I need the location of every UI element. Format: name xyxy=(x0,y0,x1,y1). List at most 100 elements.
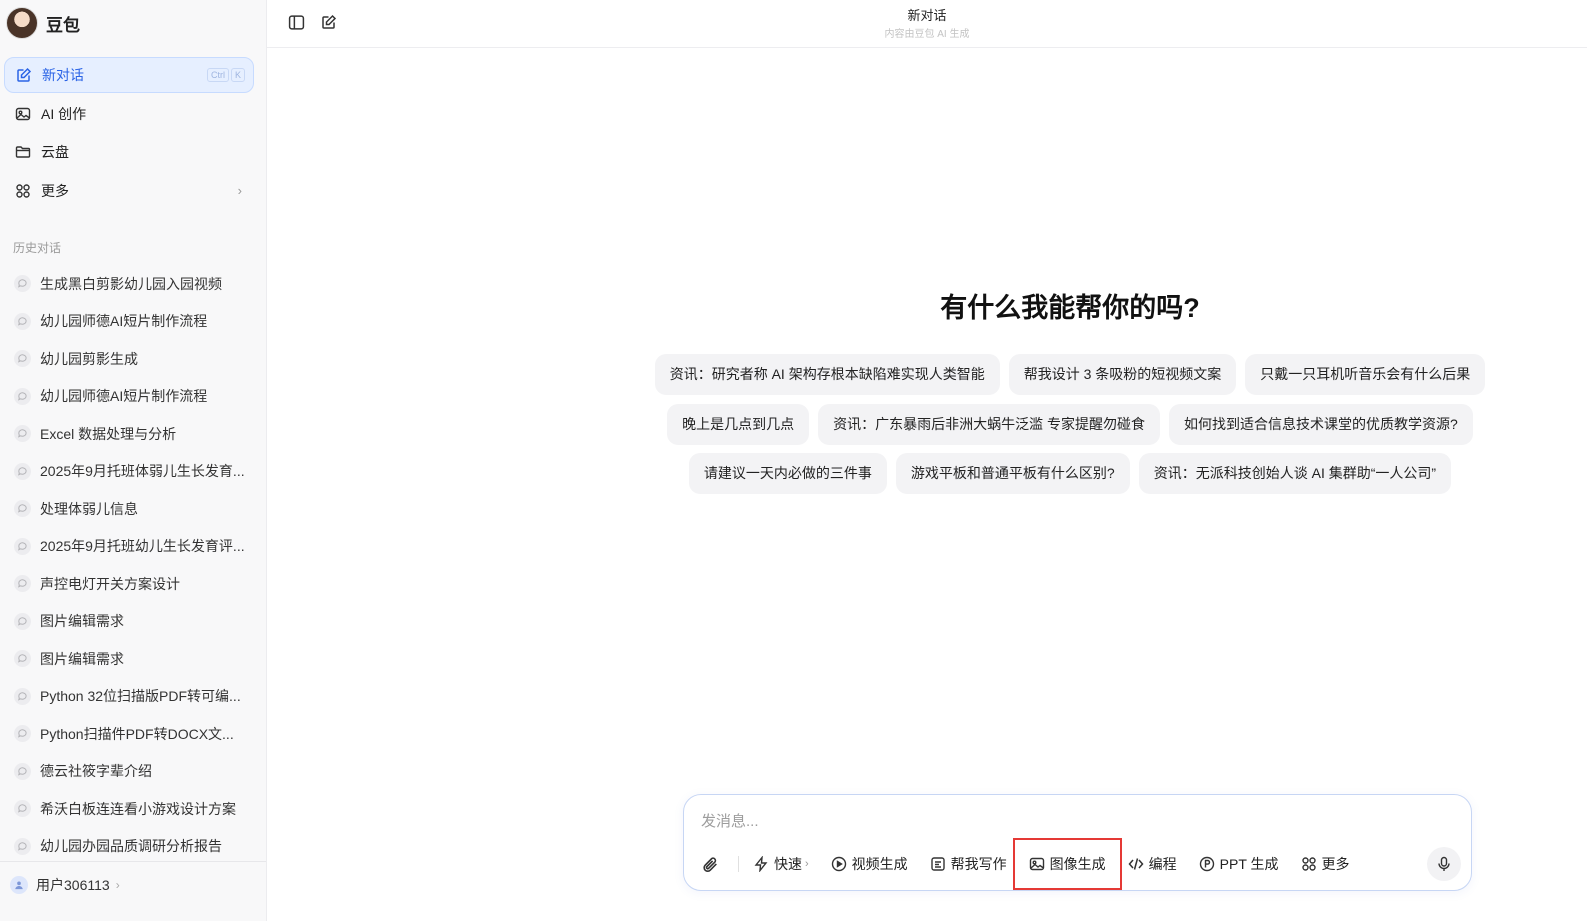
chat-bubble-icon xyxy=(14,350,31,368)
sidebar-nav: 新对话 Ctrl K AI 创作 云盘 更多 › xyxy=(4,57,254,211)
more-tools-button[interactable]: 更多 xyxy=(1301,854,1350,874)
paperclip-icon xyxy=(703,856,717,872)
app-avatar xyxy=(6,7,38,39)
new-chat-icon xyxy=(15,66,33,84)
history-item-label: 处理体弱儿信息 xyxy=(40,500,138,517)
history-item-label: 幼儿园办园品质调研分析报告 xyxy=(40,838,222,855)
history-item[interactable]: Excel 数据处理与分析 xyxy=(10,415,255,453)
sidebar-item-ai-create[interactable]: AI 创作 xyxy=(4,96,254,132)
video-generation-button[interactable]: 视频生成 xyxy=(831,854,908,874)
suggestion-chip[interactable]: 资讯：广东暴雨后非洲大蜗牛泛滥 专家提醒勿碰食 xyxy=(818,404,1161,445)
history-item[interactable]: 2025年9月托班幼儿生长发育评... xyxy=(10,528,255,566)
history-list: 生成黑白剪影幼儿园入园视频 幼儿园师德AI短片制作流程 幼儿园剪影生成 幼儿园师德AI… xyxy=(10,265,255,865)
sidebar: 豆包 新对话 Ctrl K AI 创作 云盘 更多 › 历史对话 生成黑白剪影幼… xyxy=(0,0,267,921)
chat-title: 新对话 xyxy=(907,8,947,23)
history-item-label: 图片编辑需求 xyxy=(40,613,124,630)
chat-bubble-icon xyxy=(14,837,31,855)
user-name: 用户306113 xyxy=(36,876,110,893)
shortcut-hint: Ctrl K xyxy=(206,68,245,82)
image-icon xyxy=(1029,857,1044,871)
microphone-icon xyxy=(1438,856,1450,871)
message-composer: 快速 › 视频生成 帮我写作 图像生成 编程 PPT 生成 更多 xyxy=(683,794,1472,891)
writing-assist-button[interactable]: 帮我写作 xyxy=(930,854,1007,874)
image-icon xyxy=(14,105,32,123)
history-item-label: 希沃白板连连看小游戏设计方案 xyxy=(40,800,236,817)
history-item-label: 生成黑白剪影幼儿园入园视频 xyxy=(40,275,222,292)
suggestion-chip[interactable]: 只戴一只耳机听音乐会有什么后果 xyxy=(1245,354,1486,395)
suggestion-row-2: 晚上是几点到几点 资讯：广东暴雨后非洲大蜗牛泛滥 专家提醒勿碰食 如何找到适合信… xyxy=(620,404,1520,445)
chat-bubble-icon xyxy=(14,687,31,705)
chat-bubble-icon xyxy=(14,462,31,480)
chat-bubble-icon xyxy=(14,650,31,668)
lightning-icon xyxy=(754,856,768,872)
code-icon xyxy=(1128,858,1144,870)
chat-bubble-icon xyxy=(14,612,31,630)
history-item[interactable]: 幼儿园师德AI短片制作流程 xyxy=(10,303,255,341)
chat-bubble-icon xyxy=(14,800,31,818)
ppt-generation-label: PPT 生成 xyxy=(1219,856,1279,872)
play-icon xyxy=(831,856,846,872)
message-input[interactable] xyxy=(701,809,1401,833)
shortcut-key-ctrl: Ctrl xyxy=(206,68,229,82)
voice-input-button[interactable] xyxy=(1427,847,1461,881)
sidebar-item-more[interactable]: 更多 › xyxy=(4,173,254,209)
fast-mode-button[interactable]: 快速 › xyxy=(753,854,809,874)
folder-icon xyxy=(14,143,32,161)
sidebar-item-cloud[interactable]: 云盘 xyxy=(4,134,254,170)
writing-assist-label: 帮我写作 xyxy=(950,856,1007,872)
history-item-label: Excel 数据处理与分析 xyxy=(40,425,177,442)
history-item[interactable]: 希沃白板连连看小游戏设计方案 xyxy=(10,790,255,828)
ppt-generation-button[interactable]: PPT 生成 xyxy=(1199,854,1279,874)
ppt-icon xyxy=(1199,856,1214,872)
history-item[interactable]: Python扫描件PDF转DOCX文... xyxy=(10,715,255,753)
app-name: 豆包 xyxy=(46,15,80,35)
history-item-label: 幼儿园师德AI短片制作流程 xyxy=(40,388,208,405)
chat-bubble-icon xyxy=(14,387,31,405)
history-item[interactable]: 2025年9月托班体弱儿生长发育... xyxy=(10,453,255,491)
history-item[interactable]: Python 32位扫描版PDF转可编... xyxy=(10,678,255,716)
suggestion-chip[interactable]: 晚上是几点到几点 xyxy=(667,404,810,445)
history-item[interactable]: 处理体弱儿信息 xyxy=(10,490,255,528)
suggestion-chip[interactable]: 请建议一天内必做的三件事 xyxy=(688,453,887,494)
sidebar-item-new-chat[interactable]: 新对话 Ctrl K xyxy=(4,57,254,93)
attach-button[interactable] xyxy=(702,856,724,873)
history-item[interactable]: 图片编辑需求 xyxy=(10,603,255,641)
suggestion-chip[interactable]: 游戏平板和普通平板有什么区别? xyxy=(895,453,1130,494)
ai-disclaimer: 内容由豆包 AI 生成 xyxy=(884,29,970,40)
history-item[interactable]: 幼儿园剪影生成 xyxy=(10,340,255,378)
history-item[interactable]: 德云社筱字辈介绍 xyxy=(10,753,255,791)
history-item-label: 声控电灯开关方案设计 xyxy=(40,575,180,592)
suggestion-row-3: 请建议一天内必做的三件事 游戏平板和普通平板有什么区别? 资讯：无派科技创始人谈… xyxy=(620,453,1520,494)
history-title: 历史对话 xyxy=(13,241,62,255)
brand[interactable]: 豆包 xyxy=(6,6,80,40)
history-item[interactable]: 声控电灯开关方案设计 xyxy=(10,565,255,603)
suggestion-chip[interactable]: 帮我设计 3 条吸粉的短视频文案 xyxy=(1008,354,1237,395)
welcome-headline: 有什么我能帮你的吗? xyxy=(940,293,1200,323)
suggestion-chip[interactable]: 资讯：无派科技创始人谈 AI 集群助“一人公司” xyxy=(1138,453,1452,494)
user-profile[interactable]: 用户306113 › xyxy=(0,861,266,907)
fast-mode-label: 快速 xyxy=(774,856,802,872)
coding-button[interactable]: 编程 xyxy=(1128,854,1177,874)
chat-bubble-icon xyxy=(14,725,31,743)
chat-bubble-icon xyxy=(14,425,31,443)
history-item[interactable]: 图片编辑需求 xyxy=(10,640,255,678)
image-generation-button[interactable]: 图像生成 xyxy=(1012,838,1122,890)
shortcut-key-k: K xyxy=(230,68,245,82)
suggestion-chip[interactable]: 如何找到适合信息技术课堂的优质教学资源? xyxy=(1169,404,1473,445)
chat-bubble-icon xyxy=(14,537,31,555)
history-item[interactable]: 生成黑白剪影幼儿园入园视频 xyxy=(10,265,255,303)
sidebar-item-label: AI 创作 xyxy=(41,105,87,122)
chevron-right-icon: › xyxy=(805,858,809,870)
sidebar-item-label: 新对话 xyxy=(42,67,84,83)
document-edit-icon xyxy=(930,857,945,871)
image-generation-label: 图像生成 xyxy=(1049,856,1106,872)
chat-bubble-icon xyxy=(14,762,31,780)
history-item-label: 幼儿园师德AI短片制作流程 xyxy=(40,313,208,330)
suggestion-chip[interactable]: 资讯：研究者称 AI 架构存根本缺陷难实现人类智能 xyxy=(654,354,1000,395)
history-item-label: 2025年9月托班体弱儿生长发育... xyxy=(40,463,245,480)
suggestion-row-1: 资讯：研究者称 AI 架构存根本缺陷难实现人类智能 帮我设计 3 条吸粉的短视频… xyxy=(620,354,1520,395)
history-item[interactable]: 幼儿园师德AI短片制作流程 xyxy=(10,378,255,416)
history-item-label: 德云社筱字辈介绍 xyxy=(40,763,152,780)
history-item[interactable]: 幼儿园办园品质调研分析报告 xyxy=(10,828,255,866)
video-generation-label: 视频生成 xyxy=(851,856,908,872)
